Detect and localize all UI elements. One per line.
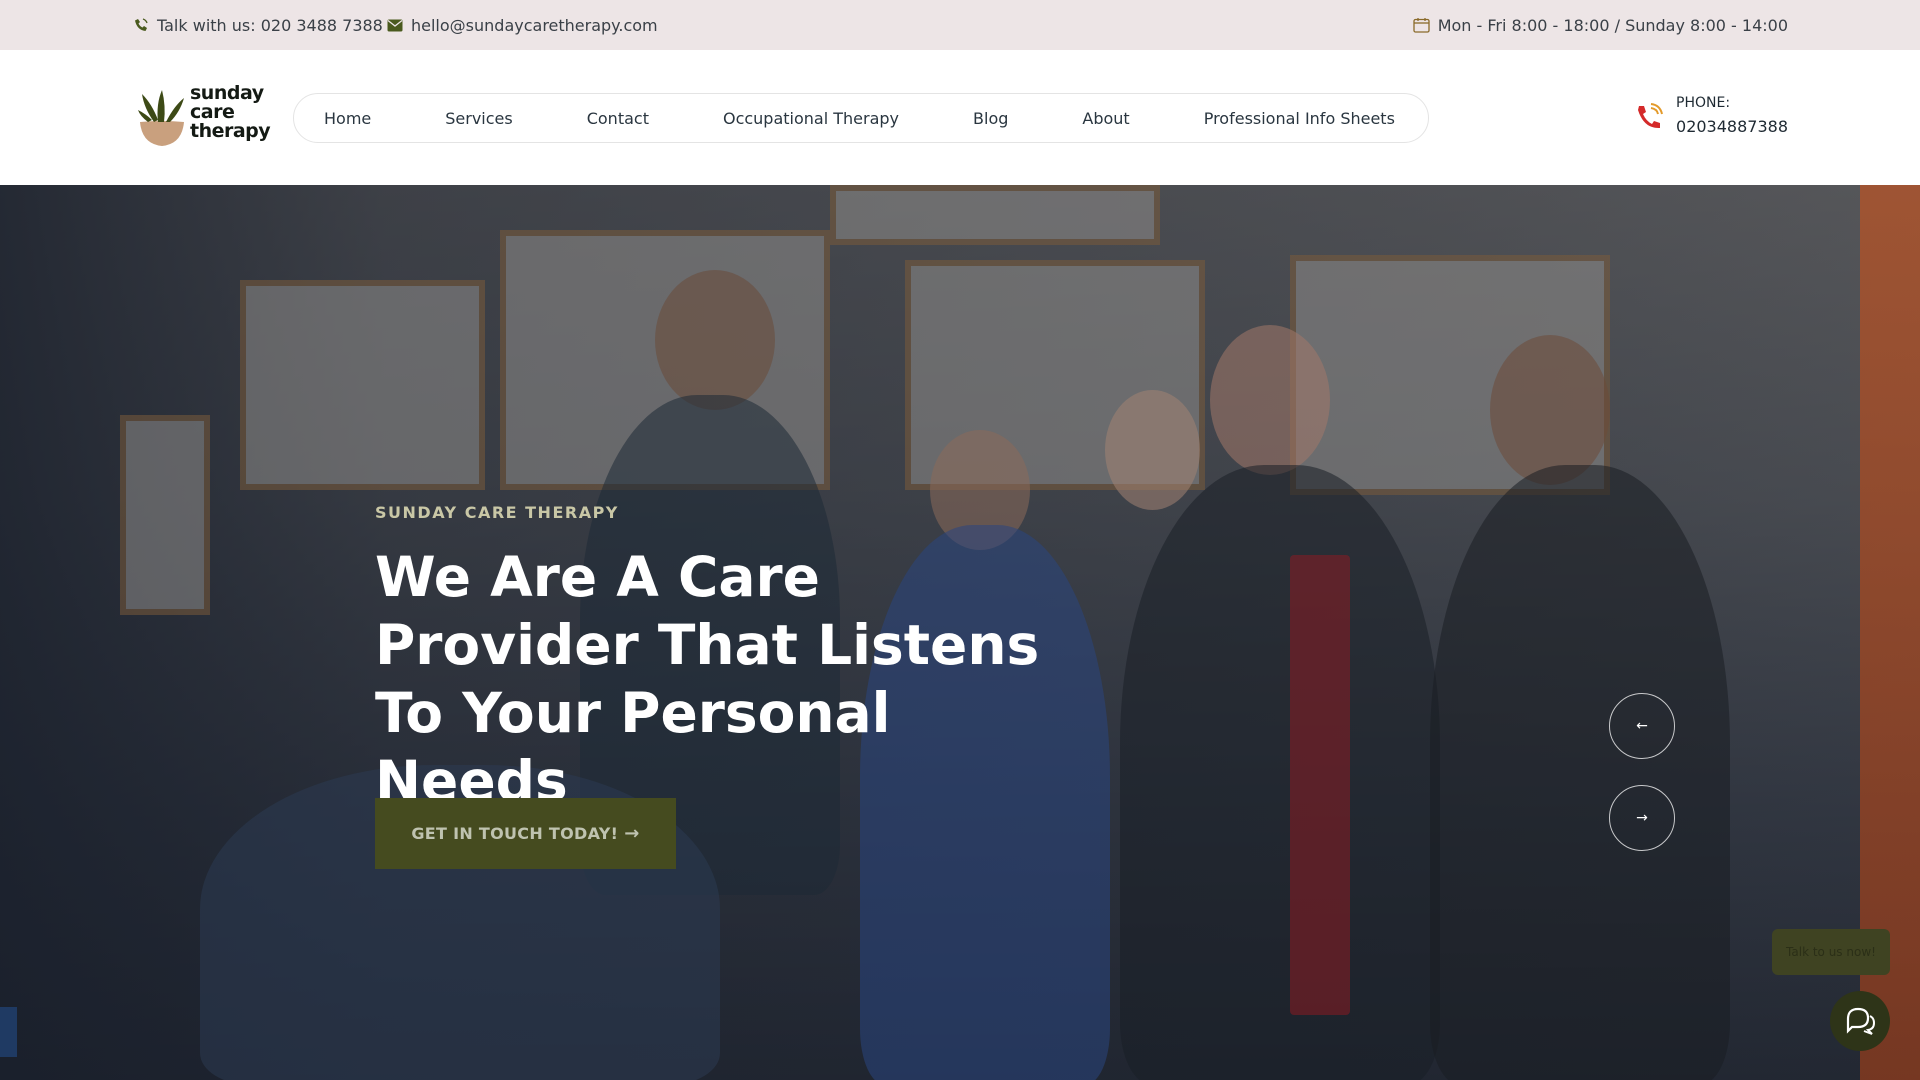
nav-item-contact[interactable]: Contact <box>587 109 649 128</box>
main-nav: Home Services Contact Occupational Thera… <box>293 93 1429 143</box>
nav-item-blog[interactable]: Blog <box>973 109 1008 128</box>
nav-item-professional-info-sheets[interactable]: Professional Info Sheets <box>1204 109 1395 128</box>
arrow-right-icon: → <box>624 823 640 844</box>
chat-icon <box>1846 1007 1876 1035</box>
background-frame <box>240 280 485 490</box>
topbar-email[interactable]: hello@sundaycaretherapy.com <box>386 0 658 50</box>
envelope-icon <box>386 16 404 34</box>
calendar-icon <box>1413 16 1431 34</box>
photo-person <box>1105 390 1200 510</box>
hero-title: We Are A Care Provider That Listens To Y… <box>375 545 1040 813</box>
chat-launcher-button[interactable] <box>1830 991 1890 1051</box>
header-phone-label: PHONE: <box>1676 95 1731 111</box>
background-frame <box>830 185 1160 245</box>
header-phone[interactable]: PHONE: 02034887388 <box>1632 95 1788 136</box>
topbar-hours-text: Mon - Fri 8:00 - 18:00 / Sunday 8:00 - 1… <box>1437 15 1788 35</box>
topbar-phone-text: Talk with us: 020 3488 7388 <box>157 15 383 35</box>
side-tab[interactable] <box>0 1007 17 1057</box>
plant-pot-icon <box>138 90 184 146</box>
logo-wordmark: sunday care therapy <box>190 84 271 142</box>
chat-prompt-bubble[interactable]: Talk to us now! <box>1772 929 1890 975</box>
photo-person <box>1120 465 1440 1080</box>
top-contact-bar: Talk with us: 020 3488 7388 hello@sunday… <box>0 0 1920 50</box>
nav-item-services[interactable]: Services <box>445 109 512 128</box>
nav-item-about[interactable]: About <box>1082 109 1129 128</box>
get-in-touch-button[interactable]: GET IN TOUCH TODAY! → <box>375 798 676 869</box>
photo-person <box>655 270 775 410</box>
hero-slider: SUNDAY CARE THERAPY We Are A Care Provid… <box>0 185 1920 1080</box>
site-logo[interactable]: sunday care therapy <box>136 80 271 150</box>
topbar-phone[interactable]: Talk with us: 020 3488 7388 <box>132 0 383 50</box>
phone-call-icon <box>1638 102 1663 128</box>
photo-person <box>1290 555 1350 1015</box>
nav-item-occupational-therapy[interactable]: Occupational Therapy <box>723 109 899 128</box>
photo-person <box>1490 335 1610 485</box>
header-phone-number: 02034887388 <box>1676 117 1788 136</box>
slider-next-button[interactable]: → <box>1609 785 1675 851</box>
hero-tagline: SUNDAY CARE THERAPY <box>375 503 619 522</box>
get-in-touch-label: GET IN TOUCH TODAY! <box>411 824 619 843</box>
logo-line-3: therapy <box>190 120 271 142</box>
nav-item-home[interactable]: Home <box>324 109 371 128</box>
phone-ring-icon <box>132 16 150 34</box>
topbar-email-text: hello@sundaycaretherapy.com <box>411 15 658 35</box>
background-poster <box>120 415 210 615</box>
photo-person <box>1210 325 1330 475</box>
photo-person <box>1430 465 1730 1080</box>
site-header: sunday care therapy Home Services Contac… <box>0 50 1920 185</box>
topbar-hours: Mon - Fri 8:00 - 18:00 / Sunday 8:00 - 1… <box>1413 0 1788 50</box>
slider-prev-button[interactable]: ← <box>1609 693 1675 759</box>
arrow-right-icon: → <box>1636 810 1648 826</box>
arrow-left-icon: ← <box>1636 718 1648 734</box>
